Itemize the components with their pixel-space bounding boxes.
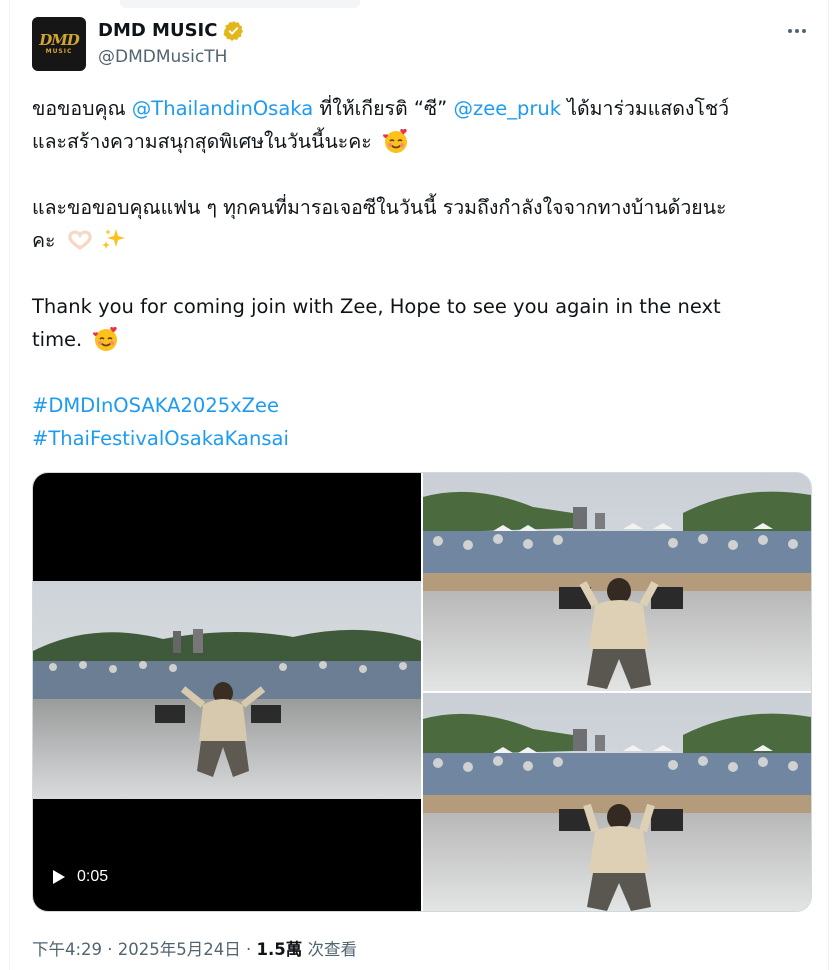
video-time: 0:05: [77, 868, 109, 885]
hashtag-dmdinosaka2025xzee-link[interactable]: #DMDInOSAKA2025xZee: [32, 389, 279, 422]
tweet-text-line-1: ขอขอบคุณ @ThailandinOsaka ที่ให้เกียรติ …: [32, 92, 729, 125]
verified-badge-icon: [223, 20, 244, 41]
avatar[interactable]: DMD MUSIC: [32, 17, 86, 71]
tweet-text-line-6: time.: [32, 323, 120, 356]
previous-item-edge: [120, 0, 360, 8]
heart-hands-icon: [68, 230, 92, 250]
avatar-logo-top: DMD: [39, 30, 80, 49]
video-frame: [33, 581, 421, 799]
tweet-text: คะ: [32, 229, 56, 252]
author-name[interactable]: DMD MUSIC: [98, 20, 217, 41]
smiling-face-with-hearts-icon: [383, 128, 407, 153]
stage-photo-1[interactable]: [423, 473, 811, 691]
video-player[interactable]: 0:05: [33, 473, 421, 911]
author-name-row[interactable]: DMD MUSIC: [98, 20, 244, 41]
smiling-face-with-hearts-icon: [93, 326, 118, 351]
tweet-text-line-4: คะ: [32, 224, 128, 257]
tweet-text: ได้มาร่วมแสดงโชว์: [561, 97, 730, 120]
tweet-timestamp[interactable]: 下午4:29 · 2025年5月24日 ·: [32, 940, 257, 959]
tweet-text: ขอขอบคุณ: [32, 97, 132, 120]
sparkles-icon: [101, 229, 125, 249]
tweet-text: และสร้างความสนุกสุดพิเศษในวันนี้นะคะ: [32, 130, 372, 153]
stage-photo-2[interactable]: [423, 693, 811, 911]
tweet-text: time.: [32, 328, 83, 351]
tweet-text: ที่ให้เกียรติ “ซี”: [313, 97, 454, 120]
more-options-icon[interactable]: [785, 22, 809, 40]
tweet-text-line-2: และสร้างความสนุกสุดพิเศษในวันนี้นะคะ: [32, 125, 410, 158]
play-icon[interactable]: [53, 870, 65, 884]
mention-zee-pruk-link[interactable]: @zee_pruk: [453, 97, 561, 120]
video-controls[interactable]: 0:05: [53, 868, 108, 886]
author-handle[interactable]: @DMDMusicTH: [98, 47, 227, 67]
tweet-metadata: 下午4:29 · 2025年5月24日 · 1.5萬 次查看: [32, 936, 357, 960]
view-count: 1.5萬: [256, 940, 303, 959]
mention-thailandinosaka-link[interactable]: @ThailandinOsaka: [132, 97, 313, 120]
tweet-text-line-5: Thank you for coming join with Zee, Hope…: [32, 295, 721, 318]
media-grid: 0:05: [32, 472, 812, 912]
tweet-text-line-3: และขอขอบคุณแฟน ๆ ทุกคนที่มารอเจอซีในวันน…: [32, 196, 727, 219]
avatar-logo-bottom: MUSIC: [45, 47, 73, 55]
views-label: 次查看: [302, 940, 357, 959]
hashtag-thaifestivalosakakansai-link[interactable]: #ThaiFestivalOsakaKansai: [32, 422, 289, 455]
